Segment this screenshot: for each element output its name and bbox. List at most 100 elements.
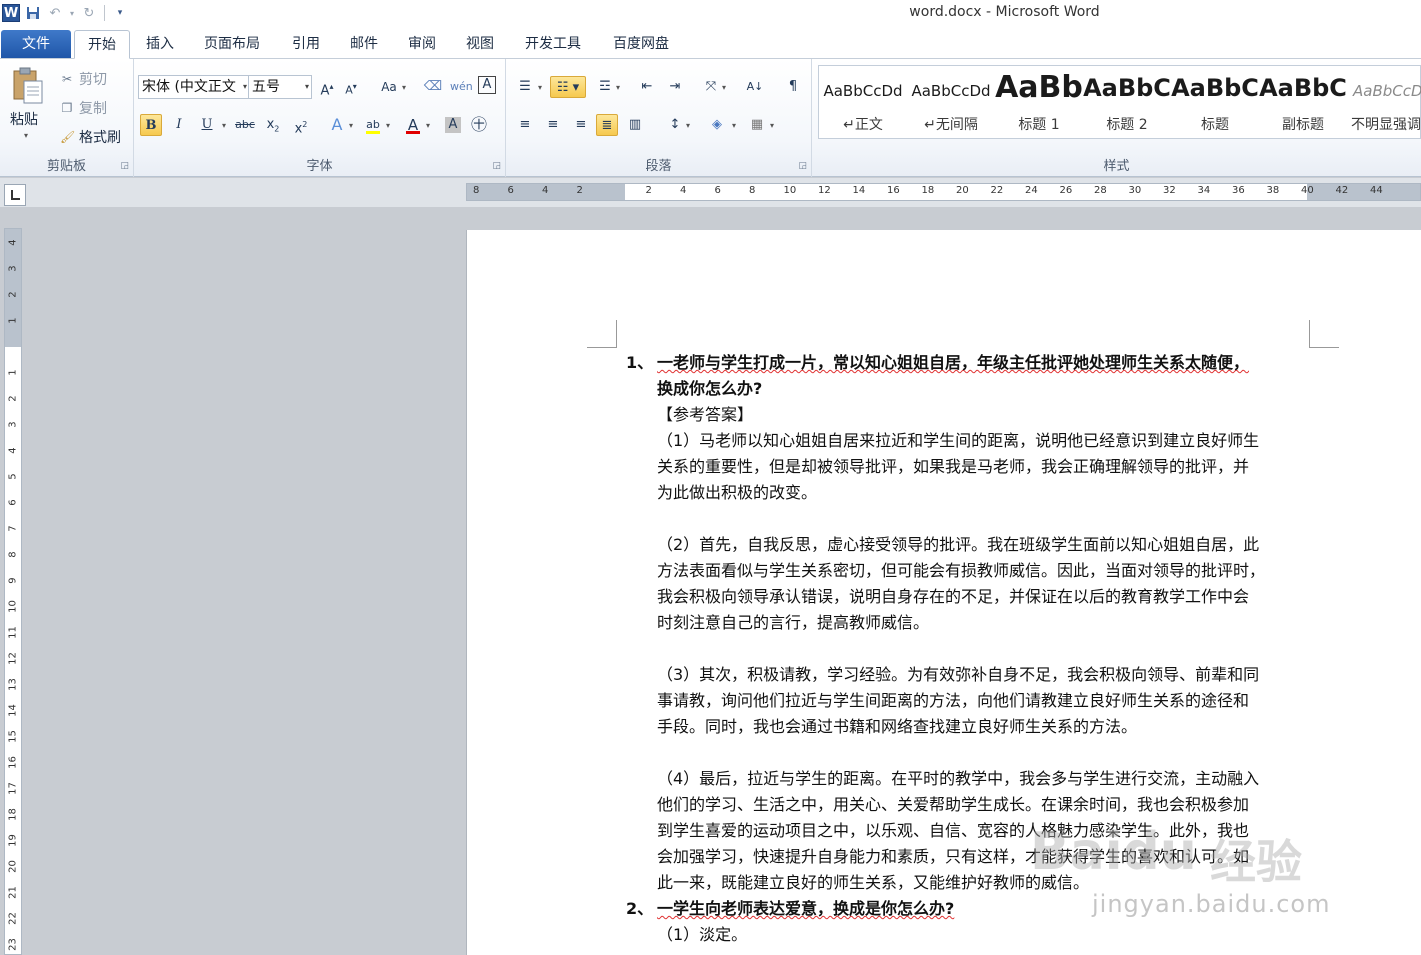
tab-insert[interactable]: 插入 xyxy=(138,30,182,59)
highlight-color-icon[interactable]: ab xyxy=(362,114,384,136)
change-case-icon[interactable]: Aa xyxy=(378,76,400,98)
tab-references[interactable]: 引用 xyxy=(284,30,328,59)
style-title[interactable]: AaBbC 标题 xyxy=(1171,66,1259,138)
copy-icon: ❐ xyxy=(61,101,73,115)
borders-icon[interactable]: ▦ xyxy=(746,114,768,136)
line-spacing-dropdown-icon[interactable]: ▾ xyxy=(686,121,690,130)
ruler-tick-label: 34 xyxy=(1197,185,1211,196)
text-effects-dropdown-icon[interactable]: ▾ xyxy=(349,121,353,130)
style-subtle-emphasis[interactable]: AaBbCcDd 不明显强调 xyxy=(1347,66,1421,138)
font-color-icon[interactable]: A xyxy=(402,114,424,136)
paste-button[interactable]: 粘贴 xyxy=(10,109,38,129)
tab-selector-icon[interactable] xyxy=(4,184,26,206)
vertical-ruler[interactable]: 4 3 2 1 1 2 3 4 5 6 7 8 9 10 11 12 13 14 15 16 17 18 19 20 21 22 2… xyxy=(4,228,22,955)
grow-font-icon[interactable]: A▴ xyxy=(316,76,338,98)
text-effects-icon[interactable]: A xyxy=(326,114,348,136)
bullets-dropdown-icon[interactable]: ▾ xyxy=(538,83,542,92)
ruler-tick-label: 20 xyxy=(7,860,19,873)
chinese-layout-icon[interactable]: ⤧ xyxy=(700,76,722,98)
horizontal-ruler[interactable]: 8 6 4 2 2 4 6 8 10 12 14 16 18 20 22 24 26 28 30 32 34 36 38 40… xyxy=(466,183,1421,201)
paste-icon[interactable] xyxy=(10,67,44,105)
watermark-url: jingyan.baidu.com xyxy=(1092,890,1331,918)
decrease-indent-icon[interactable]: ⇤ xyxy=(636,76,658,98)
para-1-line: （1）马老师以知心姐姐自居来拉近和学生间的距离，说明他已经意识到建立良好师生 xyxy=(657,431,1260,450)
sort-icon[interactable]: A↓ xyxy=(744,76,766,98)
style-normal[interactable]: AaBbCcDd ↵正文 xyxy=(819,66,907,138)
ruler-tick-label: 36 xyxy=(1232,185,1245,196)
bullets-icon[interactable]: ☰ xyxy=(514,76,536,98)
ruler-tick-label: 4 xyxy=(542,185,549,196)
clear-formatting-icon[interactable]: ⌫ xyxy=(422,76,444,98)
multilevel-list-icon[interactable]: ☲ xyxy=(594,76,616,98)
chinese-layout-dropdown-icon[interactable]: ▾ xyxy=(722,83,726,92)
ruler-tick-label: 4 xyxy=(7,447,19,454)
shrink-font-icon[interactable]: A▾ xyxy=(340,76,362,98)
tab-review[interactable]: 审阅 xyxy=(400,30,444,59)
tab-baidu-netdisk[interactable]: 百度网盘 xyxy=(604,30,678,59)
ruler-tick-label: 10 xyxy=(783,185,797,196)
cut-button[interactable]: ✂ 剪切 xyxy=(60,69,107,89)
question-2-number: 2、 xyxy=(626,899,654,918)
style-subtitle[interactable]: AaBbC 副标题 xyxy=(1259,66,1347,138)
question-1: 1、 一老师与学生打成一片，常以知心姐姐自居，年级主任批评她处理师生关系太随便， xyxy=(626,350,1249,376)
para-4-line: 他们的学习、生活之中，用关心、关爱帮助学生成长。在课余时间，我也会积极参加 xyxy=(657,795,1250,814)
style-heading-1[interactable]: AaBb 标题 1 xyxy=(995,66,1083,138)
copy-button[interactable]: ❐ 复制 xyxy=(60,98,107,118)
ruler-right-margin xyxy=(1307,184,1420,200)
window-title: word.docx - Microsoft Word xyxy=(909,4,1100,20)
ruler-tick-label: 21 xyxy=(7,886,19,899)
italic-button[interactable]: I xyxy=(168,114,190,136)
paragraph-launcher-icon[interactable]: ◲ xyxy=(798,161,807,171)
justify-icon[interactable]: ≣ xyxy=(596,114,618,136)
show-marks-icon[interactable]: ¶ xyxy=(782,76,804,98)
font-launcher-icon[interactable]: ◲ xyxy=(492,161,501,171)
format-painter-button[interactable]: 🖌 格式刷 xyxy=(60,127,121,147)
shading-icon[interactable]: ◈ xyxy=(706,114,728,136)
character-shading-icon[interactable]: A xyxy=(445,117,461,133)
align-right-icon[interactable]: ≡ xyxy=(570,114,592,136)
tab-home[interactable]: 开始 xyxy=(74,30,130,59)
bold-button[interactable]: B xyxy=(140,114,162,136)
numbering-icon[interactable]: ☷ ▾ xyxy=(550,76,586,98)
baidu-jingyan-watermark: Baidu 经验 jingyan.baidu.com xyxy=(1030,822,1350,922)
tab-developer[interactable]: 开发工具 xyxy=(516,30,590,59)
highlight-dropdown-icon[interactable]: ▾ xyxy=(386,121,390,130)
ruler-tick-label: 18 xyxy=(7,808,19,821)
align-center-icon[interactable]: ≡ xyxy=(542,114,564,136)
ribbon-tabs: 文件 开始 插入 页面布局 引用 邮件 审阅 视图 开发工具 百度网盘 xyxy=(0,28,1421,59)
tab-view[interactable]: 视图 xyxy=(458,30,502,59)
change-case-dropdown-icon[interactable]: ▾ xyxy=(402,83,406,92)
tab-page-layout[interactable]: 页面布局 xyxy=(196,30,268,59)
para-4-line: （4）最后，拉近与学生的距离。在平时的教学中，我会多与学生进行交流，主动融入 xyxy=(657,769,1260,788)
para-2-line: （2）首先，自我反思，虚心接受领导的批评。我在班级学生面前以知心姐姐自居，此 xyxy=(657,535,1260,554)
align-left-icon[interactable]: ≡ xyxy=(514,114,536,136)
paste-dropdown-icon[interactable]: ▾ xyxy=(24,131,28,140)
tab-mailings[interactable]: 邮件 xyxy=(342,30,386,59)
line-spacing-icon[interactable]: ↕ xyxy=(664,114,686,136)
font-size-select[interactable]: 五号 ▾ xyxy=(248,75,312,99)
enclose-characters-icon[interactable]: ㊉ xyxy=(468,114,490,136)
underline-button[interactable]: U xyxy=(196,114,218,136)
borders-dropdown-icon[interactable]: ▾ xyxy=(770,121,774,130)
font-name-select[interactable]: 宋体 (中文正文 ▾ xyxy=(138,75,250,99)
multilevel-dropdown-icon[interactable]: ▾ xyxy=(616,83,620,92)
subscript-button[interactable]: x2 xyxy=(262,114,284,136)
reference-answer-label: 【参考答案】 xyxy=(657,405,754,424)
strikethrough-button[interactable]: abc xyxy=(234,114,256,136)
font-color-dropdown-icon[interactable]: ▾ xyxy=(426,121,430,130)
character-border-icon[interactable]: A xyxy=(478,76,496,94)
phonetic-guide-icon[interactable]: wén xyxy=(450,76,473,98)
style-heading-2[interactable]: AaBbC 标题 2 xyxy=(1083,66,1171,138)
style-no-spacing[interactable]: AaBbCcDd ↵无间隔 xyxy=(907,66,995,138)
ruler-tick-label: 16 xyxy=(887,185,900,196)
increase-indent-icon[interactable]: ⇥ xyxy=(664,76,686,98)
clipboard-launcher-icon[interactable]: ◲ xyxy=(120,161,129,171)
ruler-tick-label: 9 xyxy=(7,577,19,584)
ruler-tick-label: 32 xyxy=(1163,185,1176,196)
shading-dropdown-icon[interactable]: ▾ xyxy=(732,121,736,130)
tab-file[interactable]: 文件 xyxy=(1,30,71,58)
underline-dropdown-icon[interactable]: ▾ xyxy=(222,121,226,130)
superscript-button[interactable]: x2 xyxy=(290,114,312,136)
distributed-icon[interactable]: ▥ xyxy=(624,114,646,136)
ruler-tick-label: 8 xyxy=(749,185,756,196)
